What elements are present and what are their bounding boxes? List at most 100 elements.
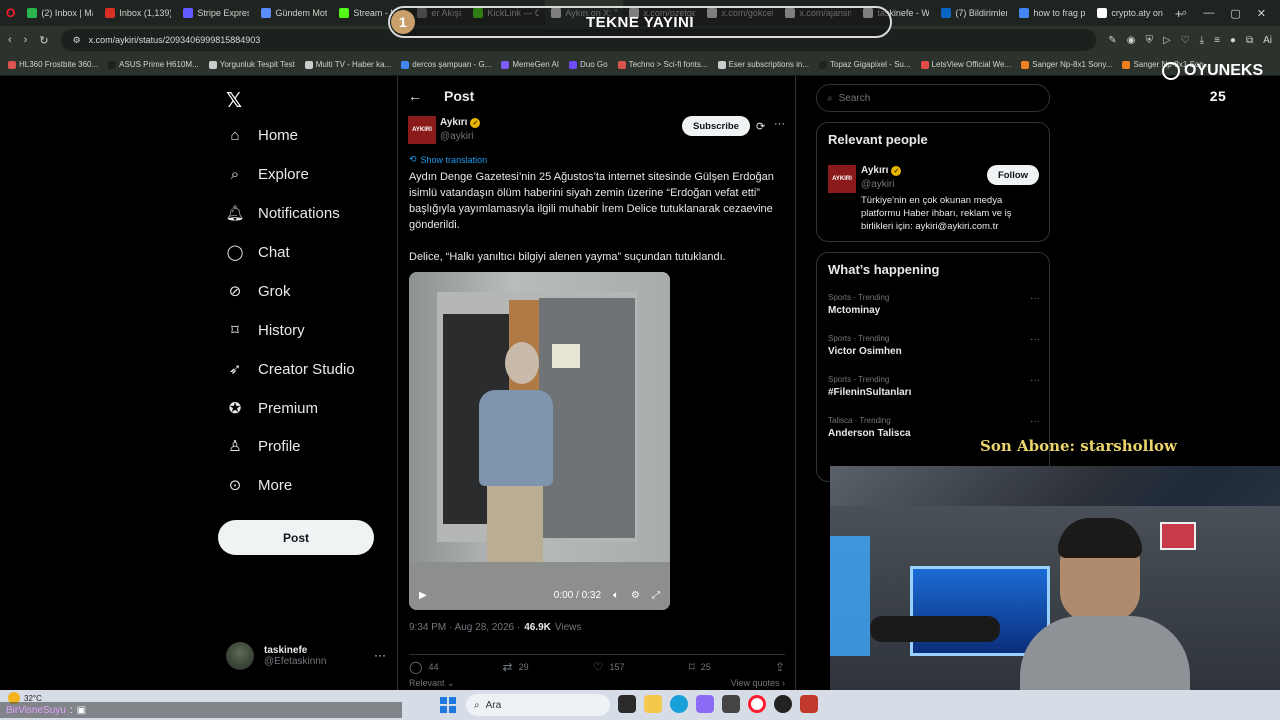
reply-button[interactable]: ◯ 44 bbox=[409, 659, 438, 674]
more-icon[interactable]: ··· bbox=[774, 118, 785, 130]
trend-item[interactable]: Sports · Trending #FileninSultanları ··· bbox=[828, 375, 1040, 398]
trend-item[interactable]: Talisca · Trending Anderson Talisca ··· bbox=[828, 416, 1040, 439]
show-translation-link[interactable]: ⟲ Show translation bbox=[409, 154, 487, 165]
obs-icon[interactable] bbox=[774, 695, 792, 713]
minimize-icon[interactable]: — bbox=[1203, 7, 1214, 19]
shield-icon[interactable]: ⛨ bbox=[1145, 35, 1153, 46]
nav-item-more[interactable]: ⊙ More bbox=[226, 476, 292, 495]
forward-icon[interactable]: › bbox=[24, 34, 28, 46]
volume-icon[interactable]: 🔈︎ bbox=[613, 590, 619, 601]
bookmark-item[interactable]: Eser subscriptions in... bbox=[717, 60, 809, 69]
relevant-person-handle[interactable]: @aykiri bbox=[861, 179, 895, 190]
heart-icon[interactable]: ♡ bbox=[1181, 35, 1190, 46]
site-info-icon[interactable]: ⚙ bbox=[73, 35, 81, 46]
bookmark-item[interactable]: MemeGen AI bbox=[501, 60, 559, 69]
ai-icon[interactable]: Ai bbox=[1263, 35, 1272, 46]
more-icon[interactable]: ··· bbox=[1030, 334, 1040, 345]
settings-icon[interactable]: ⚙ bbox=[631, 590, 640, 601]
x-logo-icon[interactable]: 𝕏 bbox=[226, 88, 242, 113]
more-icon[interactable]: ··· bbox=[1030, 293, 1040, 304]
bookmark-item[interactable]: LetsView Official We... bbox=[920, 60, 1011, 69]
bookmark-item[interactable]: Multi TV - Haber ka... bbox=[304, 60, 391, 69]
extensions-icon[interactable]: ⧉ bbox=[1246, 35, 1253, 46]
app-icon[interactable] bbox=[800, 695, 818, 713]
nav-item-home[interactable]: ⌂ Home bbox=[226, 126, 298, 144]
nav-item-profile[interactable]: ♙ Profile bbox=[226, 437, 300, 456]
subscribe-button[interactable]: Subscribe bbox=[682, 116, 750, 136]
maximize-icon[interactable]: ▢ bbox=[1230, 7, 1240, 20]
relevant-person-name-row[interactable]: Aykırı ✓ bbox=[861, 165, 902, 176]
browser-tab[interactable]: Inbox (1,139) bbox=[99, 0, 177, 26]
relevant-person-avatar[interactable]: AYKIRI bbox=[828, 165, 856, 193]
nav-item-premium[interactable]: ✪ Premium bbox=[226, 399, 318, 418]
nav-item-creator-studio[interactable]: ➶ Creator Studio bbox=[226, 360, 355, 379]
copilot-icon[interactable] bbox=[696, 695, 714, 713]
opera-icon[interactable] bbox=[748, 695, 766, 713]
author-avatar[interactable]: AYKIRI bbox=[408, 116, 436, 144]
video-player[interactable]: ▶ 0:00 / 0:32 🔈︎ ⚙ ⤢ bbox=[409, 272, 670, 610]
follow-button[interactable]: Follow bbox=[987, 165, 1039, 185]
file-explorer-icon[interactable] bbox=[644, 695, 662, 713]
reload-icon[interactable]: ↻ bbox=[39, 34, 48, 47]
repost-button[interactable]: ⇄ 29 bbox=[503, 659, 529, 674]
more-icon[interactable]: ··· bbox=[1030, 375, 1040, 386]
tab-favicon-icon bbox=[1019, 8, 1030, 18]
taskbar-search[interactable]: ⌕ Ara bbox=[466, 694, 610, 716]
browser-tab[interactable]: (7) Bildirimler bbox=[935, 0, 1013, 26]
nav-item-grok[interactable]: ⊘ Grok bbox=[226, 282, 291, 301]
bookmark-item[interactable]: HL360 Frostbite 360... bbox=[8, 60, 98, 69]
fullscreen-icon[interactable]: ⤢ bbox=[652, 590, 660, 601]
bookmark-item[interactable]: Duo Go bbox=[569, 60, 608, 69]
bookmark-icon: ⌑ bbox=[688, 659, 695, 674]
author-handle[interactable]: @aykiri bbox=[440, 131, 474, 142]
bookmark-item[interactable]: dercos şampuan - G... bbox=[401, 60, 491, 69]
store-icon[interactable] bbox=[722, 695, 740, 713]
close-icon[interactable]: ✕ bbox=[1257, 7, 1266, 20]
bookmark-item[interactable]: Techno > Sci-fi fonts... bbox=[617, 60, 708, 69]
nav-item-history[interactable]: ⌑ History bbox=[226, 321, 305, 340]
profile-icon[interactable]: ● bbox=[1230, 35, 1236, 46]
sort-dropdown[interactable]: Relevant ⌄ bbox=[409, 678, 455, 689]
search-tabs-icon[interactable]: ⌕ bbox=[1181, 7, 1187, 20]
browser-tab[interactable]: Stripe Express bbox=[177, 0, 255, 26]
like-button[interactable]: ♡ 157 bbox=[593, 659, 625, 674]
browser-tab[interactable]: how to frag p bbox=[1013, 0, 1091, 26]
trend-item[interactable]: Sports · Trending Mctominay ··· bbox=[828, 293, 1040, 316]
more-icon[interactable]: ··· bbox=[374, 648, 386, 662]
account-switcher[interactable]: taskinefe @Efetaskinnn ··· bbox=[226, 642, 386, 670]
author-name-row[interactable]: Aykırı ✓ bbox=[440, 117, 481, 128]
post-timestamp[interactable]: 9:34 PM · Aug 28, 2026 · bbox=[409, 622, 520, 633]
nav-item-notifications[interactable]: 🔔︎ Notifications bbox=[225, 204, 339, 223]
view-quotes-link[interactable]: View quotes › bbox=[731, 678, 785, 689]
bookmark-item[interactable]: Topaz Gigapixel - Su... bbox=[819, 60, 911, 69]
start-button[interactable] bbox=[440, 697, 456, 713]
back-arrow-icon[interactable]: ← bbox=[408, 88, 422, 104]
browser-tab[interactable]: Gündem Motu bbox=[255, 0, 333, 26]
bookmark-item[interactable]: ASUS Prime H610M... bbox=[108, 60, 199, 69]
menu-icon[interactable]: ≡ bbox=[1214, 35, 1220, 46]
play-icon[interactable]: ▶ bbox=[419, 590, 427, 601]
nav-item-chat[interactable]: ◯ Chat bbox=[226, 243, 290, 262]
nav-item-explore[interactable]: ⌕ Explore bbox=[226, 165, 309, 183]
back-icon[interactable]: ‹ bbox=[8, 34, 12, 46]
browser-tab[interactable]: (2) Inbox | Ma bbox=[21, 0, 99, 26]
bookmark-button[interactable]: ⌑ 25 bbox=[689, 659, 711, 674]
grok-icon[interactable]: ⟳ bbox=[756, 120, 765, 133]
browser-tab[interactable]: crypto.aty on bbox=[1091, 0, 1169, 26]
trend-item[interactable]: Sports · Trending Victor Osimhen ··· bbox=[828, 334, 1040, 357]
search-input[interactable]: ⌕ Search bbox=[816, 84, 1050, 112]
camera-icon[interactable]: ◉ bbox=[1127, 35, 1136, 46]
play-icon[interactable]: ▷ bbox=[1163, 35, 1171, 46]
more-icon[interactable]: ··· bbox=[1030, 416, 1040, 427]
download-icon[interactable]: ⤓ bbox=[1200, 35, 1204, 46]
video-scene-door bbox=[539, 298, 635, 538]
share-button[interactable]: ⇪ bbox=[775, 659, 785, 674]
bookmark-item[interactable]: Yorgunluk Tespit Test bbox=[208, 60, 295, 69]
edit-icon[interactable]: ✎ bbox=[1108, 35, 1116, 46]
nav-item-label: Explore bbox=[258, 165, 309, 183]
task-view-icon[interactable] bbox=[618, 695, 636, 713]
bookmark-item[interactable]: Sanger Np-8x1 Sony... bbox=[1021, 60, 1112, 69]
edge-icon[interactable] bbox=[670, 695, 688, 713]
opera-logo[interactable]: O bbox=[0, 0, 21, 26]
post-button[interactable]: Post bbox=[218, 520, 374, 555]
